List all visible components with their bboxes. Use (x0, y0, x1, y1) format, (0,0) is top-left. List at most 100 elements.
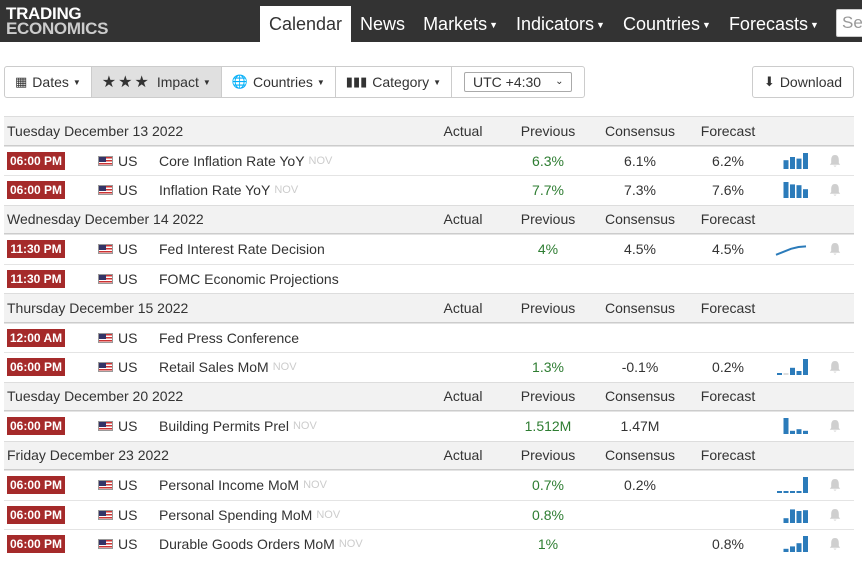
sparkline-cell[interactable] (774, 176, 808, 205)
nav-indicators[interactable]: Indicators ▼ (507, 6, 614, 42)
previous-header: Previous (520, 388, 576, 405)
previous-header: Previous (520, 122, 576, 139)
bell-icon[interactable] (828, 242, 842, 256)
country-cell[interactable]: US (98, 471, 137, 500)
event-name-cell[interactable]: Building Permits Prel NOV (159, 412, 317, 441)
event-row[interactable]: 11:30 PM US Fed Interest Rate Decision 4% 4.… (4, 234, 854, 264)
nav-news[interactable]: News (351, 6, 414, 42)
actual-value (422, 471, 504, 500)
bell-icon[interactable] (828, 154, 842, 168)
country-cell[interactable]: US (98, 235, 137, 264)
event-name-link[interactable]: Core Inflation Rate YoY (159, 153, 305, 169)
trend-sparkline[interactable] (774, 535, 808, 553)
sparkline-cell[interactable] (774, 530, 808, 559)
event-name-link[interactable]: Fed Press Conference (159, 330, 299, 346)
event-row[interactable]: 06:00 PM US Retail Sales MoM NOV 1.3% -0.1% 0.… (4, 352, 854, 382)
sparkline-cell[interactable] (774, 501, 808, 530)
event-name-link[interactable]: Personal Spending MoM (159, 507, 312, 523)
event-name-cell[interactable]: Retail Sales MoM NOV (159, 353, 297, 382)
alert-cell[interactable] (826, 176, 844, 205)
bell-icon[interactable] (828, 508, 842, 522)
alert-cell[interactable] (826, 471, 844, 500)
bell-icon[interactable] (828, 537, 842, 551)
bell-icon[interactable] (828, 183, 842, 197)
trend-sparkline[interactable] (774, 358, 808, 376)
event-name-link[interactable]: Personal Income MoM (159, 477, 299, 493)
event-row[interactable]: 06:00 PM US Durable Goods Orders MoM NOV 1% 0… (4, 529, 854, 559)
bell-icon[interactable] (828, 478, 842, 492)
alert-cell[interactable] (826, 235, 844, 264)
download-button[interactable]: ⬇ Download (752, 66, 854, 98)
trend-sparkline[interactable] (774, 417, 808, 435)
nav-forecasts[interactable]: Forecasts ▼ (720, 6, 828, 42)
event-name-link[interactable]: Building Permits Prel (159, 418, 289, 434)
timezone-select[interactable]: UTC +4:30 ⌄ (464, 72, 573, 92)
event-row[interactable]: 06:00 PM US Personal Income MoM NOV 0.7% 0.2% (4, 470, 854, 500)
event-name-cell[interactable]: Personal Spending MoM NOV (159, 501, 340, 530)
event-name-cell[interactable]: Core Inflation Rate YoY NOV (159, 147, 332, 176)
actual-header: Actual (443, 447, 483, 464)
alert-cell[interactable] (826, 530, 844, 559)
trend-sparkline[interactable] (774, 240, 808, 258)
actual-value (422, 265, 504, 294)
event-name-cell[interactable]: Inflation Rate YoY NOV (159, 176, 298, 205)
event-name-cell[interactable]: Fed Press Conference (159, 324, 299, 353)
alert-cell[interactable] (826, 353, 844, 382)
spark-bar (783, 373, 789, 376)
trend-sparkline[interactable] (774, 181, 808, 199)
event-name-link[interactable]: Inflation Rate YoY (159, 182, 270, 198)
trading-economics-logo[interactable]: TRADING ECONOMICS (6, 5, 108, 37)
country-cell[interactable]: US (98, 412, 137, 441)
sparkline-cell[interactable] (774, 353, 808, 382)
category-filter-button[interactable]: ▮▮▮ Category ▼ (334, 66, 452, 98)
country-cell[interactable]: US (98, 324, 137, 353)
country-cell[interactable]: US (98, 530, 137, 559)
event-row[interactable]: 06:00 PM US Building Permits Prel NOV 1.512M… (4, 411, 854, 441)
alert-cell[interactable] (826, 412, 844, 441)
country-cell[interactable]: US (98, 176, 137, 205)
event-name-link[interactable]: Retail Sales MoM (159, 359, 269, 375)
event-name-link[interactable]: Durable Goods Orders MoM (159, 536, 335, 552)
time-cell: 06:00 PM (7, 147, 65, 176)
alert-cell[interactable] (826, 501, 844, 530)
search-input[interactable]: Se (836, 9, 862, 37)
bell-icon[interactable] (828, 360, 842, 374)
event-row[interactable]: 06:00 PM US Personal Spending MoM NOV 0.8% (4, 499, 854, 530)
event-row[interactable]: 12:00 AM US Fed Press Conference (4, 322, 854, 353)
nav-calendar[interactable]: Calendar (260, 6, 352, 42)
spark-bar (790, 491, 795, 494)
nav-countries[interactable]: Countries ▼ (614, 6, 720, 42)
sparkline-cell[interactable] (774, 235, 808, 264)
previous-value: 6.3% (507, 147, 589, 176)
us-flag-icon (98, 421, 113, 432)
event-name-link[interactable]: Fed Interest Rate Decision (159, 241, 325, 257)
trend-sparkline[interactable] (774, 476, 808, 494)
us-flag-icon (98, 480, 113, 491)
event-row[interactable]: 06:00 PM US Inflation Rate YoY NOV 7.7% 7.3% 7… (4, 175, 854, 205)
bell-icon[interactable] (828, 419, 842, 433)
country-cell[interactable]: US (98, 501, 137, 530)
event-name-cell[interactable]: Fed Interest Rate Decision (159, 235, 325, 264)
event-name-link[interactable]: FOMC Economic Projections (159, 271, 339, 287)
sparkline-cell[interactable] (774, 412, 808, 441)
nav-markets[interactable]: Markets ▼ (414, 6, 507, 42)
dates-filter-button[interactable]: ▦ Dates ▼ (4, 66, 92, 98)
event-name-cell[interactable]: Durable Goods Orders MoM NOV (159, 530, 363, 559)
trend-sparkline[interactable] (774, 152, 808, 170)
event-name-cell[interactable]: Personal Income MoM NOV (159, 471, 327, 500)
event-row[interactable]: 06:00 PM US Core Inflation Rate YoY NOV 6.3%… (4, 145, 854, 176)
spark-bar (790, 431, 795, 435)
impact-filter-button[interactable]: ★★★ Impact ▼ (90, 66, 222, 98)
country-cell[interactable]: US (98, 353, 137, 382)
sparkline-cell[interactable] (774, 471, 808, 500)
event-name-cell[interactable]: FOMC Economic Projections (159, 265, 339, 294)
download-icon: ⬇ (763, 74, 775, 89)
reference-period: NOV (338, 538, 363, 551)
trend-sparkline[interactable] (774, 506, 808, 524)
country-cell[interactable]: US (98, 147, 137, 176)
alert-cell[interactable] (826, 147, 844, 176)
countries-filter-button[interactable]: 🌐 Countries ▼ (220, 66, 336, 98)
sparkline-cell[interactable] (774, 147, 808, 176)
country-cell[interactable]: US (98, 265, 137, 294)
event-row[interactable]: 11:30 PM US FOMC Economic Projections (4, 263, 854, 294)
